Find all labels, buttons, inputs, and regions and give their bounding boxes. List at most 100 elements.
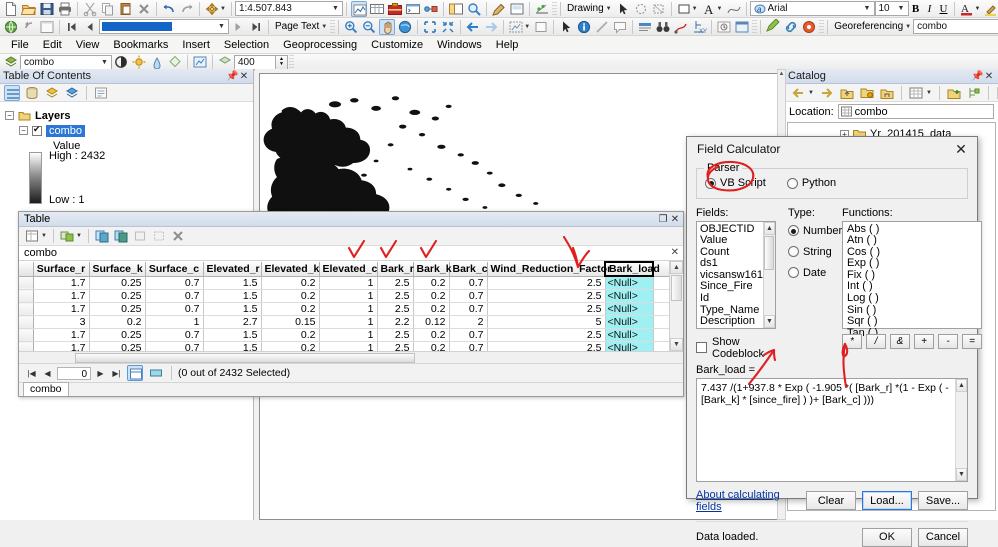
georeferencing-dropdown-icon[interactable]: ▼ bbox=[905, 24, 911, 30]
undo-icon[interactable] bbox=[161, 1, 177, 17]
show-all-records-icon[interactable] bbox=[127, 365, 143, 381]
clear-selection-icon[interactable] bbox=[132, 228, 148, 244]
cell-bark-load[interactable]: <Null> bbox=[605, 276, 653, 290]
table-cell[interactable]: 1.7 bbox=[33, 342, 89, 352]
table-cell[interactable]: 0.7 bbox=[145, 342, 203, 352]
table-cell[interactable]: 1 bbox=[145, 316, 203, 329]
column-header-elevated-k[interactable]: Elevated_k bbox=[261, 262, 319, 276]
table-cell[interactable]: 0.7 bbox=[145, 329, 203, 342]
editor-toolbar-toggle-icon[interactable] bbox=[351, 1, 367, 17]
toolbar-grip-7[interactable] bbox=[289, 54, 294, 70]
table-cell[interactable]: 1 bbox=[319, 316, 377, 329]
radio-python[interactable]: Python bbox=[787, 177, 836, 189]
add-data-icon[interactable] bbox=[204, 1, 220, 17]
pin-icon[interactable]: 📌 bbox=[971, 71, 983, 82]
cell-bark-load[interactable]: <Null> bbox=[605, 329, 653, 342]
redo-icon[interactable] bbox=[179, 1, 195, 17]
table-row[interactable]: 1.70.250.71.50.212.50.20.72.5<Null> bbox=[19, 342, 669, 352]
menu-item-bookmarks[interactable]: Bookmarks bbox=[106, 39, 175, 51]
page-combo[interactable]: ▼ bbox=[99, 19, 229, 34]
zoom-out-icon[interactable] bbox=[361, 19, 377, 35]
table-cell[interactable]: 5 bbox=[487, 316, 605, 329]
previous-page-icon[interactable] bbox=[82, 19, 98, 35]
search-window-icon[interactable] bbox=[466, 1, 482, 17]
clear-selection-icon[interactable] bbox=[533, 19, 549, 35]
table-row[interactable]: 1.70.250.71.50.212.50.20.72.5<Null> bbox=[19, 329, 669, 342]
python-window-icon[interactable] bbox=[405, 1, 421, 17]
toc-options-icon[interactable] bbox=[93, 85, 109, 101]
table-cell[interactable]: 1 bbox=[319, 276, 377, 290]
cell-bark-load[interactable]: <Null> bbox=[605, 290, 653, 303]
table-options-icon[interactable] bbox=[24, 228, 40, 244]
expand-collapse-layer-icon[interactable]: − bbox=[19, 126, 28, 135]
list-by-visibility-icon[interactable] bbox=[44, 85, 60, 101]
scroll-down-icon[interactable]: ▼ bbox=[764, 315, 775, 328]
table-view-icon[interactable] bbox=[369, 1, 385, 17]
add-data-dropdown-icon[interactable]: ▼ bbox=[220, 6, 226, 12]
expand-collapse-icon[interactable]: − bbox=[5, 111, 14, 120]
table-cell[interactable]: 0.7 bbox=[145, 290, 203, 303]
row-selector-cell[interactable] bbox=[19, 316, 33, 329]
draw-ellipse-icon[interactable] bbox=[633, 1, 649, 17]
table-cell[interactable]: 0.2 bbox=[413, 276, 449, 290]
modelbuilder-icon[interactable] bbox=[423, 1, 439, 17]
fixed-zoom-out-icon[interactable] bbox=[440, 19, 456, 35]
table-cell[interactable]: 1.7 bbox=[33, 276, 89, 290]
radio-string[interactable]: String bbox=[788, 246, 832, 258]
ok-button[interactable]: OK bbox=[862, 528, 912, 547]
operator-button-slash[interactable]: / bbox=[866, 334, 886, 349]
table-cell[interactable]: 1.7 bbox=[33, 329, 89, 342]
menu-item-customize[interactable]: Customize bbox=[364, 39, 430, 51]
back-icon[interactable] bbox=[790, 85, 806, 101]
table-cell[interactable]: 2.5 bbox=[487, 276, 605, 290]
pan-left-arrow-icon[interactable] bbox=[465, 19, 481, 35]
table-cell[interactable]: 0.2 bbox=[413, 329, 449, 342]
row-selector-cell[interactable] bbox=[19, 290, 33, 303]
pin-icon[interactable]: 📌 bbox=[226, 71, 238, 82]
close-table-icon[interactable]: ✕ bbox=[671, 247, 679, 258]
table-cell[interactable]: 0.25 bbox=[89, 290, 145, 303]
connect-to-folder-icon[interactable] bbox=[859, 85, 875, 101]
clear-button[interactable]: Clear bbox=[806, 491, 856, 510]
menu-item-view[interactable]: View bbox=[69, 39, 107, 51]
row-selector-cell[interactable] bbox=[19, 276, 33, 290]
previous-record-icon[interactable]: ◀ bbox=[41, 369, 54, 378]
table-cell[interactable]: 1 bbox=[319, 290, 377, 303]
row-selector-header[interactable] bbox=[19, 262, 33, 276]
menu-item-geoprocessing[interactable]: Geoprocessing bbox=[276, 39, 364, 51]
close-icon[interactable]: ✕ bbox=[949, 139, 973, 159]
select-arrow-icon[interactable] bbox=[615, 1, 631, 17]
menu-item-selection[interactable]: Selection bbox=[217, 39, 276, 51]
menu-item-edit[interactable]: Edit bbox=[36, 39, 69, 51]
toc-layer-row[interactable]: − combo bbox=[5, 123, 253, 138]
list-by-drawing-order-icon[interactable] bbox=[4, 85, 20, 101]
page-text-dropdown-icon[interactable]: ▼ bbox=[321, 24, 327, 30]
fields-listbox[interactable]: OBJECTIDValueCountds1vicsansw161Since_Fi… bbox=[696, 221, 776, 329]
toolbar-grip-5[interactable] bbox=[819, 19, 824, 35]
table-cell[interactable]: 0.7 bbox=[449, 276, 487, 290]
table-cell[interactable]: 0.25 bbox=[89, 303, 145, 316]
font-color-icon[interactable]: A bbox=[959, 1, 975, 17]
forward-icon[interactable] bbox=[819, 85, 835, 101]
table-cell[interactable]: 1.5 bbox=[203, 276, 261, 290]
table-cell[interactable]: 0.7 bbox=[449, 303, 487, 316]
table-cell[interactable]: 0.2 bbox=[261, 276, 319, 290]
table-cell[interactable]: 2.5 bbox=[487, 290, 605, 303]
location-combo[interactable]: combo bbox=[838, 104, 994, 119]
menu-item-help[interactable]: Help bbox=[489, 39, 526, 51]
fill-color-icon[interactable] bbox=[676, 1, 692, 17]
maximize-icon[interactable]: ❐ bbox=[657, 214, 669, 225]
contrast-icon[interactable] bbox=[113, 54, 129, 70]
column-header-bark-r[interactable]: Bark_r bbox=[377, 262, 413, 276]
list-by-source-icon[interactable] bbox=[24, 85, 40, 101]
georeferencing-menu-label[interactable]: Georeferencing bbox=[831, 21, 906, 32]
flicker-spinner[interactable]: ▲▼ bbox=[276, 55, 288, 70]
operator-button-amp[interactable]: & bbox=[890, 334, 910, 349]
expression-textarea[interactable]: 7.437 /(1+937.8 * Exp ( -1.905 *( [Bark_… bbox=[696, 378, 968, 482]
field-list-item[interactable]: Description bbox=[700, 316, 763, 328]
field-list-item[interactable]: Value bbox=[700, 235, 763, 247]
up-one-level-icon[interactable] bbox=[839, 85, 855, 101]
layout-view-icon[interactable] bbox=[509, 1, 525, 17]
open-folder-icon[interactable] bbox=[21, 1, 37, 17]
rotate-icon[interactable] bbox=[651, 1, 667, 17]
